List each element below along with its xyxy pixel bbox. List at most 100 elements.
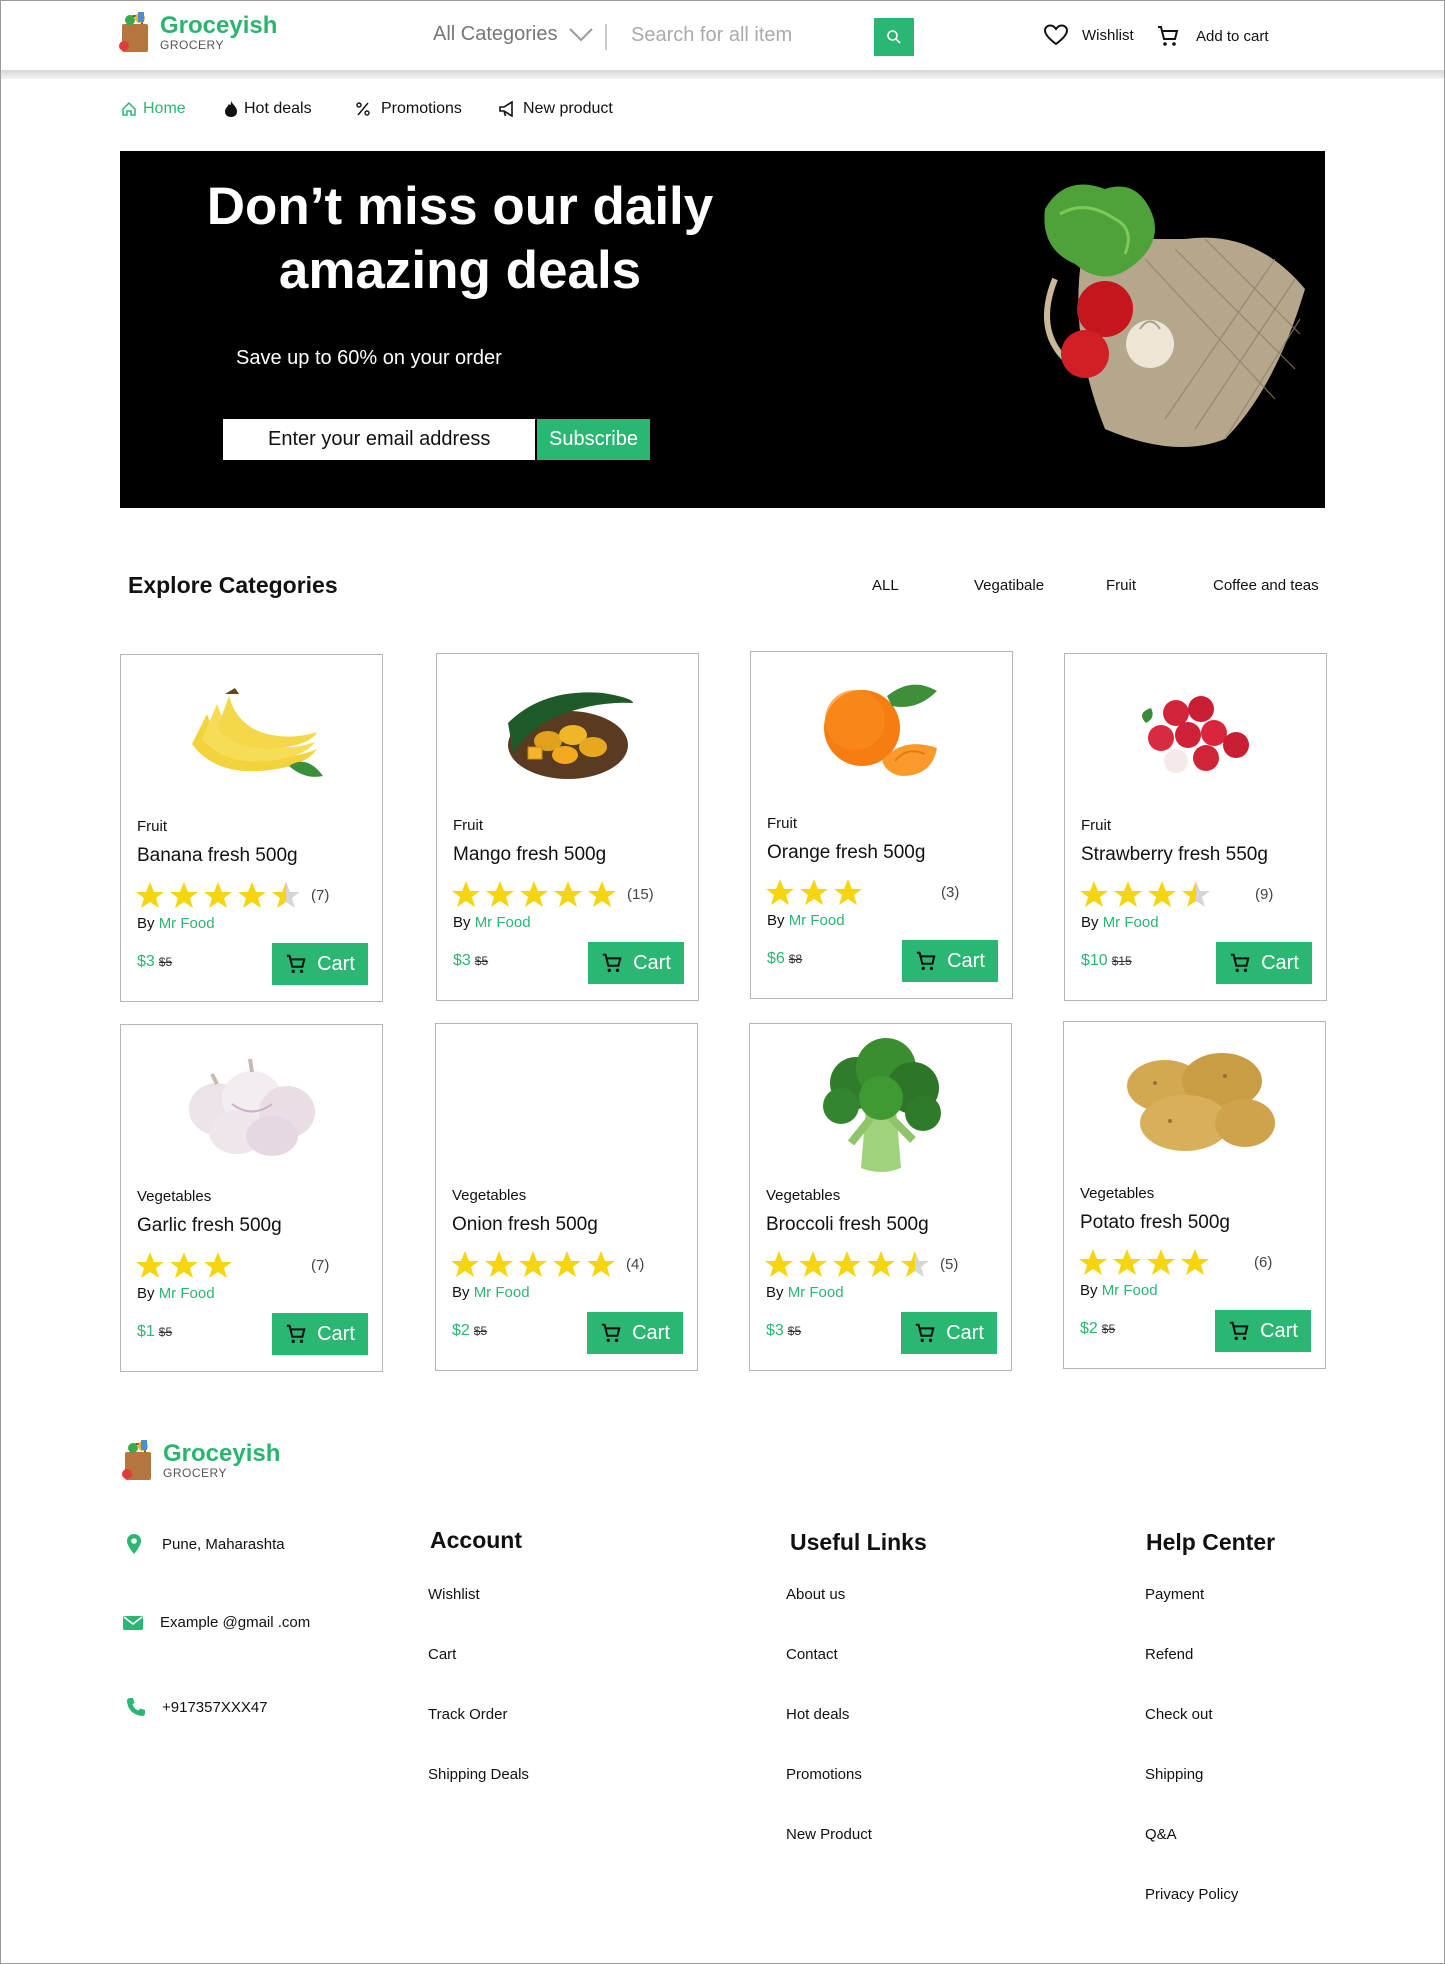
- vendor-link[interactable]: Mr Food: [788, 1284, 844, 1301]
- footer-link[interactable]: Payment: [1145, 1586, 1204, 1603]
- product-image: [1065, 668, 1326, 798]
- vendor-link[interactable]: Mr Food: [1102, 1282, 1158, 1299]
- product-name[interactable]: Orange fresh 500g: [767, 842, 925, 864]
- footer-link[interactable]: New Product: [786, 1826, 872, 1843]
- add-to-cart-button[interactable]: Cart: [272, 1313, 368, 1355]
- nav-item-new-product[interactable]: New product: [499, 100, 613, 118]
- brand-logo[interactable]: Groceyish GROCERY: [118, 10, 277, 54]
- product-name[interactable]: Onion fresh 500g: [452, 1214, 598, 1236]
- half-star-icon: [900, 1250, 930, 1283]
- footer-link[interactable]: Check out: [1145, 1706, 1213, 1723]
- product-card[interactable]: Vegetables Onion fresh 500g (4) By Mr Food $…: [435, 1023, 698, 1371]
- cart-button-label: Cart: [317, 952, 355, 975]
- vendor-prefix: By: [766, 1284, 784, 1301]
- product-name[interactable]: Potato fresh 500g: [1080, 1212, 1230, 1234]
- mail-icon: [123, 1615, 143, 1630]
- filter-tab-vegetables[interactable]: Vegatibale: [974, 577, 1044, 594]
- product-card[interactable]: Fruit Banana fresh 500g (7) By Mr Food $3 $5 C…: [120, 654, 383, 1002]
- nav-label: Home: [143, 100, 186, 117]
- nav-label: New product: [523, 100, 613, 117]
- subscribe-button[interactable]: Subscribe: [537, 419, 650, 460]
- flame-icon: [225, 101, 237, 117]
- add-to-cart-button[interactable]: Cart: [901, 1312, 997, 1354]
- cart-icon: [1158, 26, 1179, 46]
- product-card[interactable]: Fruit Strawberry fresh 550g (9) By Mr Food $…: [1064, 653, 1327, 1001]
- footer-link[interactable]: Contact: [786, 1646, 838, 1663]
- category-select[interactable]: All Categories: [433, 23, 594, 46]
- footer-link[interactable]: Wishlist: [428, 1586, 480, 1603]
- product-category: Vegetables: [452, 1187, 527, 1204]
- product-name[interactable]: Garlic fresh 500g: [137, 1215, 282, 1237]
- footer-link[interactable]: Refend: [1145, 1646, 1193, 1663]
- star-icon: [832, 1250, 862, 1283]
- product-price: $3 $5: [137, 953, 172, 971]
- star-icon: [1078, 1248, 1108, 1281]
- footer-link[interactable]: Shipping Deals: [428, 1766, 529, 1783]
- product-category: Fruit: [767, 815, 797, 832]
- product-image: [750, 1038, 1011, 1172]
- footer-link[interactable]: Track Order: [428, 1706, 507, 1723]
- add-to-cart-button[interactable]: Cart: [588, 942, 684, 984]
- current-price: $3: [766, 1322, 784, 1339]
- old-price: $15: [1111, 954, 1132, 968]
- vendor-link[interactable]: Mr Food: [159, 1285, 215, 1302]
- nav-item-promotions[interactable]: Promotions: [355, 100, 499, 118]
- vendor-link[interactable]: Mr Food: [475, 914, 531, 931]
- contact-email[interactable]: Example @gmail .com: [122, 1614, 310, 1631]
- product-vendor-line: By Mr Food: [1080, 1282, 1158, 1299]
- nav-item-home[interactable]: Home: [121, 100, 224, 118]
- old-price: $5: [1101, 1322, 1116, 1336]
- add-to-cart-button[interactable]: Cart: [272, 943, 368, 985]
- search-button[interactable]: [874, 18, 914, 56]
- filter-tab-all[interactable]: ALL: [872, 577, 899, 594]
- review-count: (4): [626, 1256, 645, 1273]
- cart-icon: [286, 954, 306, 973]
- vendor-link[interactable]: Mr Food: [789, 912, 845, 929]
- vendor-link[interactable]: Mr Food: [1103, 914, 1159, 931]
- add-to-cart-button[interactable]: Cart: [1216, 942, 1312, 984]
- footer-link[interactable]: Q&A: [1145, 1826, 1177, 1843]
- filter-tab-fruit[interactable]: Fruit: [1106, 577, 1136, 594]
- product-image: [121, 669, 382, 799]
- heart-icon: [1044, 24, 1068, 46]
- add-to-cart-button[interactable]: Cart: [902, 940, 998, 982]
- cart-icon: [601, 1323, 621, 1342]
- footer-link[interactable]: Privacy Policy: [1145, 1886, 1238, 1903]
- cart-icon: [915, 1323, 935, 1342]
- product-card[interactable]: Vegetables Broccoli fresh 500g (5) By Mr Fo…: [749, 1023, 1012, 1371]
- brand-name: Groceyish: [160, 12, 278, 39]
- footer-brand-logo[interactable]: Groceyish GROCERY: [121, 1438, 280, 1482]
- add-to-cart-link[interactable]: Add to cart: [1156, 24, 1269, 48]
- footer-link[interactable]: Hot deals: [786, 1706, 849, 1723]
- hero-subtitle: Save up to 60% on your order: [236, 347, 502, 369]
- footer-link[interactable]: Cart: [428, 1646, 456, 1663]
- email-input[interactable]: [223, 419, 535, 460]
- wishlist-link[interactable]: Wishlist: [1044, 24, 1134, 46]
- cart-button-label: Cart: [317, 1322, 355, 1345]
- product-name[interactable]: Banana fresh 500g: [137, 845, 298, 867]
- product-name[interactable]: Broccoli fresh 500g: [766, 1214, 929, 1236]
- cart-icon: [602, 953, 622, 972]
- contact-phone[interactable]: +917357XXX47: [126, 1697, 268, 1717]
- add-to-cart-button[interactable]: Cart: [587, 1312, 683, 1354]
- add-to-cart-button[interactable]: Cart: [1215, 1310, 1311, 1352]
- star-icon: [833, 878, 863, 911]
- product-card[interactable]: Fruit Orange fresh 500g (3) By Mr Food $6 $8 C…: [750, 651, 1013, 999]
- product-name[interactable]: Strawberry fresh 550g: [1081, 844, 1268, 866]
- product-image: [1064, 1036, 1325, 1166]
- footer-link[interactable]: Shipping: [1145, 1766, 1203, 1783]
- nav-item-hot-deals[interactable]: Hot deals: [224, 100, 355, 118]
- product-card[interactable]: Vegetables Potato fresh 500g (6) By Mr Food…: [1063, 1021, 1326, 1369]
- filter-tab-coffee-teas[interactable]: Coffee and teas: [1213, 577, 1319, 594]
- footer-link[interactable]: About us: [786, 1586, 845, 1603]
- footer-link[interactable]: Promotions: [786, 1766, 862, 1783]
- product-card[interactable]: Vegetables Garlic fresh 500g (7) By Mr Food…: [120, 1024, 383, 1372]
- search-input[interactable]: [631, 24, 871, 47]
- product-name[interactable]: Mango fresh 500g: [453, 844, 606, 866]
- nav-label: Promotions: [381, 100, 462, 117]
- vendor-link[interactable]: Mr Food: [474, 1284, 530, 1301]
- product-card[interactable]: Fruit Mango fresh 500g (15) By Mr Food $3 $5 C…: [436, 653, 699, 1001]
- vendor-link[interactable]: Mr Food: [159, 915, 215, 932]
- product-rating: [1079, 880, 1211, 913]
- nav-label: Hot deals: [244, 100, 312, 117]
